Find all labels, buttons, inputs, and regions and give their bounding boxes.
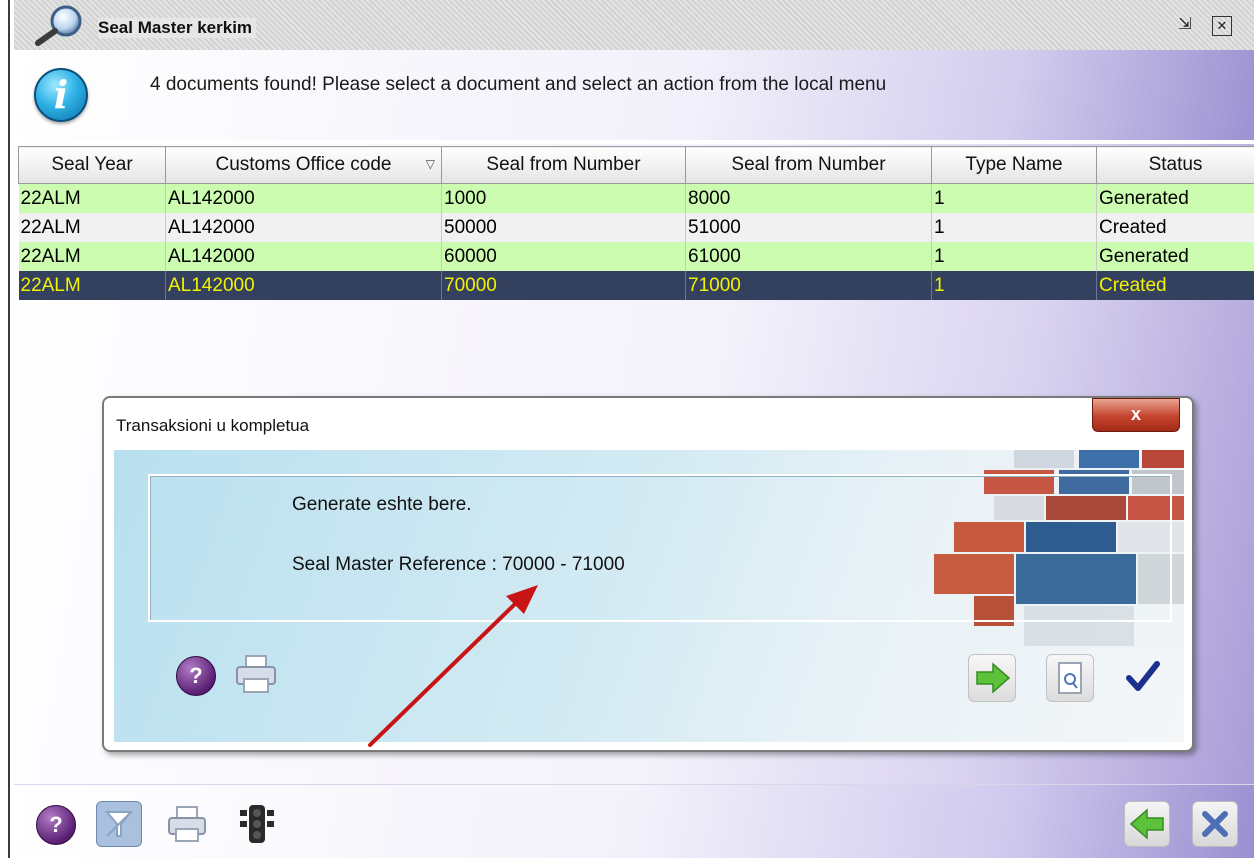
cell-seal-year: 22ALM: [18, 183, 166, 213]
cell-seal-year: 22ALM: [18, 271, 166, 300]
separator: [14, 140, 1254, 144]
info-message: 4 documents found! Please select a docum…: [150, 74, 887, 95]
dialog-message: Generate eshte bere.: [292, 494, 472, 515]
traffic-light-icon[interactable]: [234, 801, 280, 847]
cell-type-name: 1: [931, 271, 1097, 300]
help-icon[interactable]: ?: [36, 805, 76, 845]
title-bar: Seal Master kerkim ⇲ ✕: [14, 0, 1254, 50]
back-arrow-icon[interactable]: [1124, 801, 1170, 847]
cell-status: Generated: [1096, 242, 1254, 271]
next-arrow-icon[interactable]: [968, 654, 1016, 702]
column-header-customs-office-code[interactable]: Customs Office code ▽: [165, 146, 442, 184]
cell-seal-from: 1000: [441, 183, 686, 213]
cell-customs-office: AL142000: [165, 242, 442, 271]
search-icon: [35, 5, 82, 46]
table-row[interactable]: 22ALM AL142000 50000 51000 1 Created: [18, 213, 1254, 242]
transaction-complete-dialog: Transaksioni u kompletua x Generate esht…: [102, 396, 1194, 752]
cancel-x-icon[interactable]: [1192, 801, 1238, 847]
cell-type-name: 1: [931, 183, 1097, 213]
cell-status: Created: [1096, 271, 1254, 300]
dialog-help-icon[interactable]: ?: [176, 656, 216, 696]
cell-customs-office: AL142000: [165, 183, 442, 213]
info-banner: i 4 documents found! Please select a doc…: [14, 50, 1254, 140]
cell-type-name: 1: [931, 213, 1097, 242]
cell-seal-to: 71000: [685, 271, 932, 300]
results-table: Seal Year Customs Office code ▽ Seal from…: [18, 146, 1254, 300]
table-row[interactable]: 22ALM AL142000 60000 61000 1 Generated: [18, 242, 1254, 271]
cell-status: Generated: [1096, 183, 1254, 213]
checkmark-icon[interactable]: [1118, 654, 1166, 702]
column-header-seal-year[interactable]: Seal Year: [18, 146, 166, 184]
dialog-body: Generate eshte bere. Seal Master Referen…: [114, 450, 1184, 742]
preview-icon[interactable]: [1046, 654, 1094, 702]
column-header-type-name[interactable]: Type Name: [931, 146, 1097, 184]
table-row[interactable]: 22ALM AL142000 1000 8000 1 Generated: [18, 183, 1254, 213]
filter-icon[interactable]: [96, 801, 142, 847]
info-icon: i: [34, 68, 88, 122]
dialog-print-icon[interactable]: [232, 650, 280, 698]
cell-seal-from: 60000: [441, 242, 686, 271]
dialog-title: Transaksioni u kompletua: [116, 416, 310, 435]
table-row-selected[interactable]: 22ALM AL142000 70000 71000 1 Created: [18, 271, 1254, 300]
column-header-status[interactable]: Status: [1096, 146, 1254, 184]
cell-seal-year: 22ALM: [18, 242, 166, 271]
cell-customs-office: AL142000: [165, 271, 442, 300]
column-header-seal-from-number-2[interactable]: Seal from Number: [685, 146, 932, 184]
cell-seal-from: 50000: [441, 213, 686, 242]
cell-seal-year: 22ALM: [18, 213, 166, 242]
table-header-row: Seal Year Customs Office code ▽ Seal from…: [18, 146, 1254, 184]
dialog-close-button[interactable]: x: [1092, 398, 1180, 432]
restore-icon[interactable]: ⇲: [1174, 14, 1196, 36]
cell-customs-office: AL142000: [165, 213, 442, 242]
column-header-seal-from-number[interactable]: Seal from Number: [441, 146, 686, 184]
window-title: Seal Master kerkim: [98, 18, 257, 38]
sort-descending-icon: ▽: [425, 157, 435, 171]
cell-seal-to: 51000: [685, 213, 932, 242]
close-window-icon[interactable]: ✕: [1212, 16, 1232, 36]
seal-master-reference: Seal Master Reference : 70000 - 71000: [292, 554, 625, 575]
print-icon[interactable]: [164, 801, 210, 847]
cell-seal-to: 61000: [685, 242, 932, 271]
cell-status: Created: [1096, 213, 1254, 242]
cell-type-name: 1: [931, 242, 1097, 271]
window-left-border: [0, 0, 10, 858]
cell-seal-to: 8000: [685, 183, 932, 213]
bottom-toolbar: ?: [14, 784, 1254, 858]
cell-seal-from: 70000: [441, 271, 686, 300]
